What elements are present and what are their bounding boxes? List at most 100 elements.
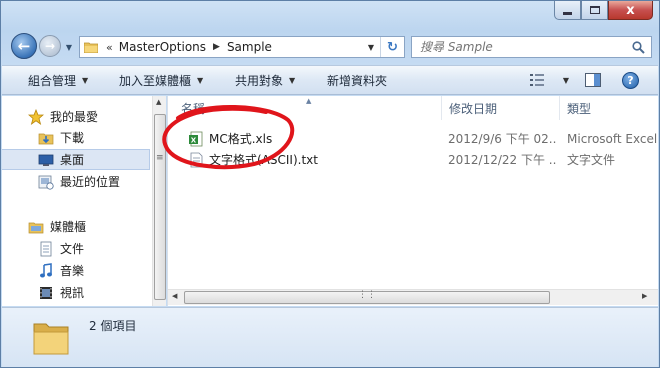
scrollbar-thumb[interactable] xyxy=(154,114,166,300)
back-button[interactable]: ← xyxy=(11,33,37,59)
share-with-button[interactable]: 共用對象 ▼ xyxy=(235,68,295,92)
item-count: 2 個項目 xyxy=(89,319,137,333)
column-header-date-label: 修改日期 xyxy=(449,101,498,116)
file-name: 文字格式(ASCII).txt xyxy=(209,153,318,167)
recent-pages-dropdown[interactable]: ▼ xyxy=(63,41,75,53)
column-header-name[interactable]: 名稱 xyxy=(168,96,442,120)
nav-item-label: 視訊 xyxy=(60,286,85,300)
forward-button[interactable]: → xyxy=(39,35,61,57)
file-date-cell: 2012/12/22 下午 ... xyxy=(448,153,556,167)
documents-icon xyxy=(38,241,54,257)
horizontal-scrollbar[interactable]: ◀ ⋮⋮ ▶ xyxy=(168,289,658,305)
nav-item-music[interactable]: 音樂 xyxy=(38,260,152,281)
text-file-icon xyxy=(190,152,203,167)
address-dropdown-button[interactable]: ▼ xyxy=(362,37,380,57)
music-icon xyxy=(38,262,54,279)
include-in-library-button[interactable]: 加入至媒體櫃 ▼ xyxy=(119,68,203,92)
chevron-down-icon: ▼ xyxy=(65,42,73,52)
video-icon xyxy=(38,285,54,301)
refresh-button[interactable]: ↻ xyxy=(380,37,404,57)
nav-libraries-label: 媒體櫃 xyxy=(50,220,87,234)
search-box[interactable] xyxy=(411,36,652,58)
minimize-button[interactable] xyxy=(554,1,581,20)
nav-item-recent-places[interactable]: 最近的位置 xyxy=(38,171,152,192)
back-arrow-icon: ← xyxy=(17,37,31,55)
column-header-date[interactable]: 修改日期 xyxy=(442,96,560,120)
view-details-icon xyxy=(530,74,544,86)
breadcrumb-masteroptions[interactable]: MasterOptions xyxy=(119,40,206,54)
libraries-icon xyxy=(28,219,44,235)
search-icon[interactable] xyxy=(632,41,645,54)
organize-label: 組合管理 xyxy=(28,73,77,88)
share-with-label: 共用對象 xyxy=(235,73,284,88)
file-date-cell: 2012/9/6 下午 02... xyxy=(448,132,556,146)
file-row[interactable]: X MC格式.xls 2012/9/6 下午 02... Microsoft E… xyxy=(168,128,659,149)
folder-icon xyxy=(33,323,69,355)
scrollbar-grip-icon: ⋮⋮ xyxy=(358,290,376,300)
nav-item-label: 音樂 xyxy=(60,264,85,278)
maximize-icon xyxy=(589,6,600,14)
chevron-down-icon: ▼ xyxy=(289,75,296,85)
nav-favorites-label: 我的最愛 xyxy=(50,110,99,124)
address-overflow[interactable]: « xyxy=(106,41,113,54)
file-name: MC格式.xls xyxy=(209,132,273,146)
breadcrumb-sample[interactable]: Sample xyxy=(227,40,272,54)
change-view-button[interactable]: ▼ xyxy=(529,68,569,92)
nav-item-documents[interactable]: 文件 xyxy=(38,238,152,259)
help-button[interactable]: ? xyxy=(622,68,640,92)
star-icon xyxy=(28,108,44,125)
scroll-left-icon[interactable]: ◀ xyxy=(172,292,177,300)
desktop-icon xyxy=(38,152,54,168)
forward-arrow-icon: → xyxy=(44,39,56,53)
maximize-button[interactable] xyxy=(581,1,608,20)
nav-item-label: 桌面 xyxy=(60,153,85,167)
details-pane: 2 個項目 xyxy=(2,307,658,367)
svg-text:X: X xyxy=(191,136,197,144)
caption-buttons: x xyxy=(554,1,653,21)
preview-pane-button[interactable] xyxy=(585,68,603,92)
excel-file-icon: X xyxy=(189,131,203,146)
column-header-type[interactable]: 類型 xyxy=(560,96,659,120)
nav-item-label: 最近的位置 xyxy=(60,175,121,189)
column-header-name-label: 名稱 xyxy=(181,101,206,116)
chevron-down-icon: ▼ xyxy=(367,42,375,52)
chevron-down-icon: ▼ xyxy=(197,75,204,85)
address-bar[interactable]: « MasterOptions ▶ Sample ▼ ↻ xyxy=(79,36,405,58)
search-input[interactable] xyxy=(420,40,620,54)
nav-item-label: 文件 xyxy=(60,242,85,256)
new-folder-button[interactable]: 新增資料夾 xyxy=(327,68,387,92)
include-in-library-label: 加入至媒體櫃 xyxy=(119,73,192,88)
file-type-cell: 文字文件 xyxy=(567,153,616,167)
file-type-cell: Microsoft Excel xyxy=(567,131,658,146)
file-name-cell: X MC格式.xls xyxy=(188,128,438,149)
nav-item-label: 下載 xyxy=(60,131,85,145)
close-icon: x xyxy=(626,2,635,18)
nav-pane-scrollbar[interactable]: ▲ ≡ xyxy=(152,96,166,306)
navigation-pane: 我的最愛 下載 桌面 最近的位置 媒體櫃 文件 音樂 視訊 xyxy=(2,96,152,306)
scrollbar-grip-icon: ≡ xyxy=(156,153,164,163)
chevron-down-icon: ▼ xyxy=(82,75,89,85)
breadcrumb-separator-icon[interactable]: ▶ xyxy=(213,42,220,52)
file-row[interactable]: 文字格式(ASCII).txt 2012/12/22 下午 ... 文字文件 xyxy=(168,149,659,170)
nav-favorites[interactable]: 我的最愛 xyxy=(28,106,152,127)
command-bar: 組合管理 ▼ 加入至媒體櫃 ▼ 共用對象 ▼ 新增資料夾 ▼ ? xyxy=(2,65,658,95)
scroll-right-icon[interactable]: ▶ xyxy=(642,292,647,300)
file-list: ▲ 名稱 修改日期 類型 X MC格式.xls 2012/9/6 下午 02..… xyxy=(167,96,658,306)
scroll-up-icon[interactable]: ▲ xyxy=(156,98,161,106)
nav-item-videos[interactable]: 視訊 xyxy=(38,282,152,303)
organize-button[interactable]: 組合管理 ▼ xyxy=(28,68,88,92)
explorer-window: x ← → ▼ « MasterOptions ▶ Sample ▼ ↻ 組合管… xyxy=(0,0,660,368)
recent-places-icon xyxy=(38,174,54,190)
nav-item-downloads[interactable]: 下載 xyxy=(38,127,152,148)
nav-item-desktop[interactable]: 桌面 xyxy=(2,149,150,170)
chevron-down-icon: ▼ xyxy=(562,75,569,85)
downloads-folder-icon xyxy=(38,130,54,146)
preview-pane-icon xyxy=(585,73,601,87)
refresh-icon: ↻ xyxy=(387,39,398,55)
folder-icon xyxy=(84,42,98,53)
close-button[interactable]: x xyxy=(608,1,653,20)
nav-libraries[interactable]: 媒體櫃 xyxy=(28,216,152,237)
minimize-icon xyxy=(563,11,572,15)
column-header-type-label: 類型 xyxy=(567,101,592,116)
help-icon: ? xyxy=(622,71,639,89)
